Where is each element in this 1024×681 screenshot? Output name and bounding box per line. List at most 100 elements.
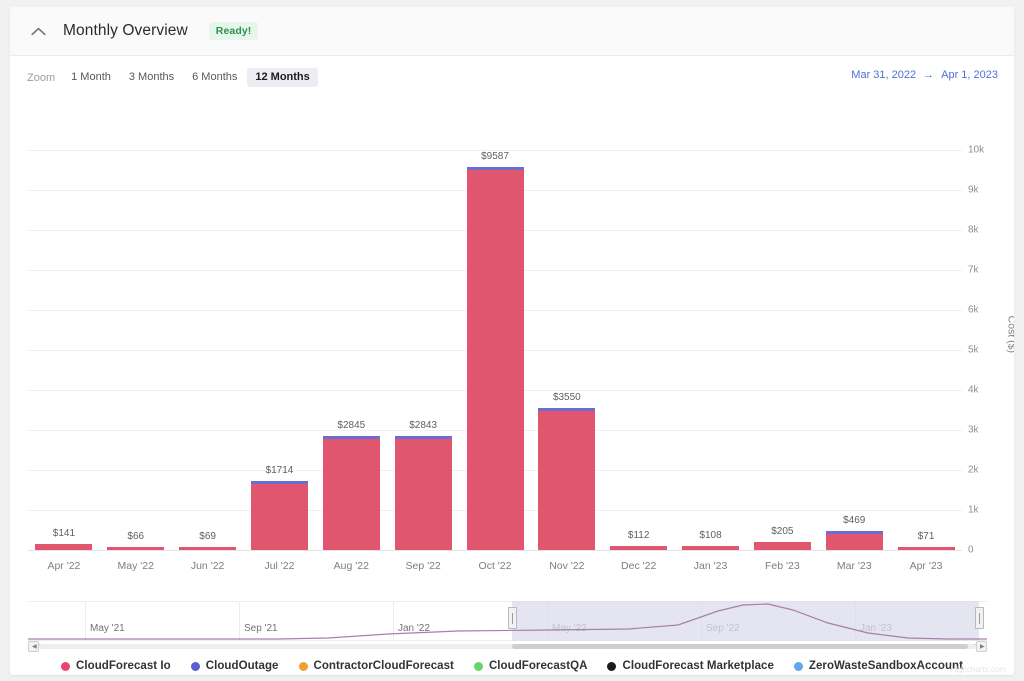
bar-may22[interactable] xyxy=(107,547,165,550)
legend-item-2[interactable]: ContractorCloudForecast xyxy=(298,660,454,672)
bar-jul22[interactable] xyxy=(250,481,308,550)
x-axis-tick-label: Nov '22 xyxy=(549,560,585,572)
legend-color-dot-icon xyxy=(793,661,803,671)
y-axis-tick-label: 10k xyxy=(968,144,985,156)
bar-oct22[interactable] xyxy=(466,166,524,550)
x-axis-tick-label: Jul '22 xyxy=(264,560,295,572)
page-title: Monthly Overview xyxy=(63,22,188,39)
y-axis-title: Cost ($) xyxy=(1005,315,1014,353)
bar-dec22[interactable] xyxy=(610,545,668,550)
legend-item-label: CloudForecastQA xyxy=(488,660,588,672)
gridline xyxy=(28,550,962,551)
app-root: Monthly Overview Ready! Zoom 1 Month 3 M… xyxy=(0,0,1024,681)
range-arrow-icon: → xyxy=(923,69,935,81)
zoom-label: Zoom xyxy=(27,71,56,84)
x-axis-tick-label: Aug '22 xyxy=(333,560,369,572)
x-axis-tick-label: Dec '22 xyxy=(621,560,657,572)
bar-data-label: $2843 xyxy=(409,420,438,432)
x-axis-tick-label: Apr '22 xyxy=(47,560,81,572)
x-axis-tick-label: Mar '23 xyxy=(836,560,872,572)
y-axis-tick-label: 5k xyxy=(968,344,979,356)
y-axis-tick-label: 7k xyxy=(968,264,979,276)
y-axis-tick-label: 8k xyxy=(968,224,979,236)
zoom-button-6-months[interactable]: 6 Months xyxy=(184,68,245,87)
legend-color-dot-icon xyxy=(61,661,71,671)
y-axis-tick-label: 6k xyxy=(968,304,979,316)
x-axis-tick-label: Apr '23 xyxy=(909,560,943,572)
x-axis-tick-label: Jan '23 xyxy=(693,560,728,572)
x-axis-tick-label: Sep '22 xyxy=(405,560,441,572)
range-start-input[interactable]: Mar 31, 2022 xyxy=(851,69,916,81)
scrollbar-left-arrow-glyph: ◀ xyxy=(32,644,37,650)
chart-toolbar: Zoom 1 Month 3 Months 6 Months 12 Months… xyxy=(10,56,1014,96)
collapse-toggle-button[interactable] xyxy=(24,17,52,45)
y-axis-tick-label: 2k xyxy=(968,464,979,476)
plot-area[interactable]: $141 $66 $69 $1714 $2845 $2843 $9587 $3550 $112 $… xyxy=(28,150,962,551)
legend-item-5[interactable]: ZeroWasteSandboxAccount xyxy=(793,660,963,672)
bar-jan23[interactable] xyxy=(682,545,740,550)
x-axis-tick-label: Jun '22 xyxy=(190,560,225,572)
bar-feb23[interactable] xyxy=(753,541,811,550)
legend-item-label: CloudForecast Marketplace xyxy=(622,660,774,672)
x-axis-tick-label: May '22 xyxy=(117,560,154,572)
bar-sep22[interactable] xyxy=(394,436,452,550)
bar-data-label: $2845 xyxy=(337,420,366,432)
legend-item-1[interactable]: CloudOutage xyxy=(190,660,279,672)
scrollbar-thumb[interactable] xyxy=(512,644,969,649)
legend-item-3[interactable]: CloudForecastQA xyxy=(473,660,588,672)
chart-container: $141 $66 $69 $1714 $2845 $2843 $9587 $3550 $112 $… xyxy=(10,96,1014,596)
legend-item-label: ContractorCloudForecast xyxy=(313,660,454,672)
status-badge: Ready! xyxy=(208,22,259,40)
bar-apr23[interactable] xyxy=(897,547,955,550)
zoom-range-selector: Zoom 1 Month 3 Months 6 Months 12 Months xyxy=(27,68,320,87)
bar-data-label: $3550 xyxy=(552,392,581,403)
x-axis-tick-label: Feb '23 xyxy=(765,560,800,572)
bar-data-label: $141 xyxy=(52,528,76,540)
scrollbar-left-arrow[interactable]: ◀ xyxy=(28,641,39,652)
legend-item-label: ZeroWasteSandboxAccount xyxy=(808,660,963,672)
monthly-overview-card: Monthly Overview Ready! Zoom 1 Month 3 M… xyxy=(10,7,1014,675)
bar-data-label: $205 xyxy=(771,525,794,537)
navigator-scrollbar[interactable]: ◀ ▶ xyxy=(28,641,987,652)
y-axis-tick-label: 9k xyxy=(968,184,979,196)
chart-navigator[interactable]: May '21Sep '21Jan '22May '22Sep '22Jan '… xyxy=(28,601,987,645)
legend-item-0[interactable]: CloudForecast Io xyxy=(61,660,171,672)
legend-color-dot-icon xyxy=(607,661,617,671)
y-axis-tick-label: 3k xyxy=(968,424,979,436)
y-axis-tick-label: 4k xyxy=(968,384,979,396)
bar-aug22[interactable] xyxy=(322,436,380,550)
bar-data-label: $66 xyxy=(127,531,145,542)
card-header: Monthly Overview Ready! xyxy=(10,7,1014,56)
legend-item-label: CloudForecast Io xyxy=(76,660,171,672)
bar-data-label: $9587 xyxy=(481,150,509,162)
date-range-display: Mar 31, 2022 → Apr 1, 2023 xyxy=(851,69,998,81)
legend-item-4[interactable]: CloudForecast Marketplace xyxy=(607,660,774,672)
bar-jun22[interactable] xyxy=(179,547,237,550)
zoom-button-3-months[interactable]: 3 Months xyxy=(121,68,182,87)
bar-data-label: $1714 xyxy=(265,465,294,477)
bar-data-label: $69 xyxy=(199,531,216,542)
bar-data-label: $469 xyxy=(843,515,866,527)
bar-data-label: $112 xyxy=(627,529,650,541)
bar-mar23[interactable] xyxy=(825,531,883,550)
scrollbar-right-arrow[interactable]: ▶ xyxy=(976,641,987,652)
bar-data-label: $108 xyxy=(699,529,722,541)
zoom-button-12-months[interactable]: 12 Months xyxy=(247,68,318,87)
chevron-up-icon xyxy=(30,27,46,35)
y-axis-tick-label: 0 xyxy=(968,544,974,556)
navigator-handle-right[interactable] xyxy=(975,607,985,629)
bar-nov22[interactable] xyxy=(538,408,596,550)
highcharts-credits[interactable]: Highcharts.com xyxy=(950,665,1006,674)
chart-legend: CloudForecast Io CloudOutage ContractorClo… xyxy=(10,660,1014,672)
legend-color-dot-icon xyxy=(190,661,200,671)
y-axis-tick-label: 1k xyxy=(968,504,979,516)
scrollbar-right-arrow-glyph: ▶ xyxy=(980,644,985,650)
range-end-input[interactable]: Apr 1, 2023 xyxy=(941,69,998,81)
legend-color-dot-icon xyxy=(298,661,308,671)
x-axis-tick-label: Oct '22 xyxy=(478,560,512,572)
zoom-button-1-month[interactable]: 1 Month xyxy=(63,68,119,87)
bar-data-label: $71 xyxy=(917,531,935,542)
legend-color-dot-icon xyxy=(473,661,483,671)
bar-apr22[interactable] xyxy=(35,544,93,550)
navigator-handle-left[interactable] xyxy=(508,607,518,629)
